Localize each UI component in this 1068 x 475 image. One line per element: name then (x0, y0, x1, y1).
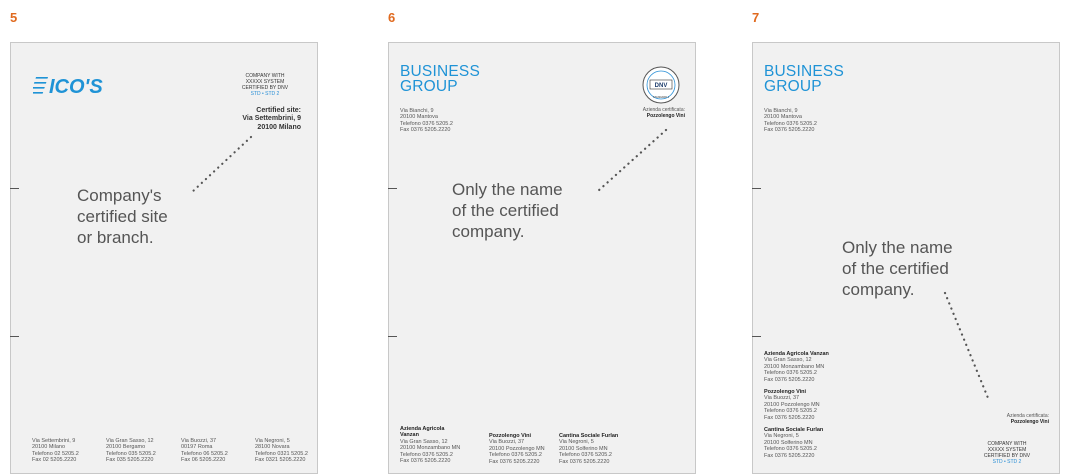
certification-mark: COMPANY WITH XXXXX SYSTEM CERTIFIED BY D… (975, 441, 1039, 465)
dotted-pointer (189, 135, 253, 195)
footer-company: Azienda Agricola Vanzan Via Gran Sasso, … (400, 426, 461, 465)
footer-company-name: Azienda Agricola Vanzan (400, 426, 445, 439)
annotation-text: Only the name of the certified company. (452, 179, 563, 242)
company-name: Azienda Agricola Vanzan (764, 351, 829, 357)
cert-name: Pozzolengo Vini (1010, 419, 1049, 425)
annotation-line: certified site (77, 207, 168, 226)
footer-company-name: Pozzolengo Vini (489, 433, 532, 439)
footer-branch: Via Gran Sasso, 12 20100 Bergamo Telefono … (106, 438, 156, 464)
page-number: 6 (388, 10, 396, 25)
page-number: 5 (10, 10, 18, 25)
company-entry: Pozzolengo Vini Via Buozzi, 37 20100 Pozz… (764, 389, 820, 421)
annotation-line: Only the name (452, 180, 563, 199)
page-number: 7 (752, 10, 760, 25)
dotted-pointer (596, 128, 668, 193)
annotation-line: or branch. (77, 228, 154, 247)
company-name: Pozzolengo Vini (764, 389, 807, 396)
footer-branch: Via Settembrini, 9 20100 Milano Telefono 0… (32, 438, 79, 464)
letterhead-page-7: BUSINESS GROUP Via Bianchi, 9 20100 Manto… (752, 42, 1060, 474)
letterhead-page-5: ICO'S COMPANY WITH XXXXX SYSTEM CERTIFIE… (10, 42, 318, 474)
footer-branch: Via Buozzi, 37 00197 Roma Telefono 06 5205… (181, 438, 228, 464)
certified-company: Azienda certificata: Pozzolengo Vini (965, 413, 1049, 425)
company-list: Azienda Agricola Vanzan Via Gran Sasso, … (764, 351, 830, 465)
annotation-line: of the certified (452, 201, 559, 220)
annotation-line: company. (452, 222, 525, 241)
company-entry: Cantina Sociale Furlan Via Negroni, 5 201… (764, 427, 824, 459)
cert-standard: STD • STD 2 (992, 459, 1022, 465)
annotation-text: Company's certified site or branch. (77, 185, 168, 248)
footer-branch: Via Negroni, 5 28100 Novara Telefono 0321 … (255, 438, 308, 464)
company-name: Cantina Sociale Furlan (764, 427, 824, 434)
footer-company-name: Cantina Sociale Furlan (559, 433, 619, 439)
annotation-line: Company's (77, 186, 162, 205)
footer-company: Pozzolengo Vini Via Buozzi, 37 20100 Pozz… (489, 433, 545, 465)
company-entry: Azienda Agricola Vanzan Via Gran Sasso, … (764, 351, 829, 383)
letterhead-page-6: BUSINESS GROUP Via Bianchi, 9 20100 Manto… (388, 42, 696, 474)
footer-company: Cantina Sociale Furlan Via Negroni, 5 201… (559, 433, 619, 465)
